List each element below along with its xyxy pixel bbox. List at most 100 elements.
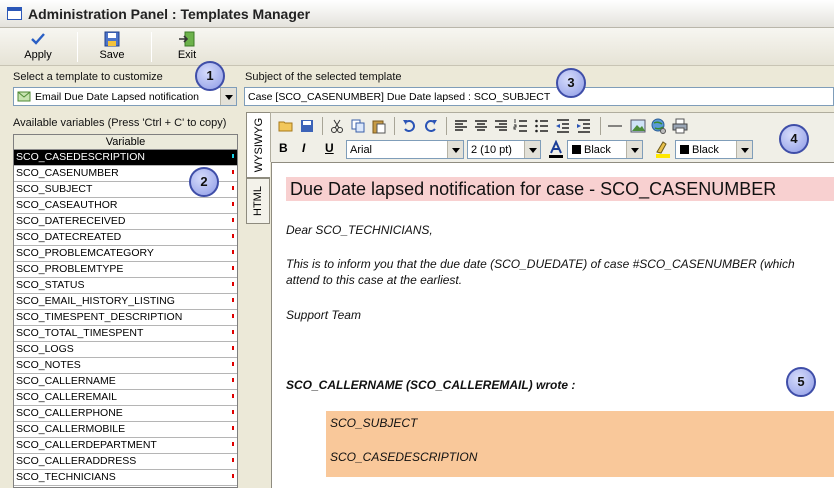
- outdent-button[interactable]: [554, 117, 572, 135]
- variable-row[interactable]: SCO_CALLEREMAIL: [14, 390, 237, 406]
- indent-icon: [577, 119, 590, 133]
- exit-button[interactable]: Exit: [170, 30, 204, 64]
- cut-button[interactable]: [328, 117, 346, 135]
- apply-button[interactable]: Apply: [18, 30, 58, 64]
- subject-value: Case [SCO_CASENUMBER] Due Date lapsed : …: [248, 91, 551, 103]
- variables-list: SCO_CASEDESCRIPTION SCO_CASENUMBER SCO_SUB…: [14, 150, 237, 486]
- variable-row[interactable]: SCO_STATUS: [14, 278, 237, 294]
- highlight-color-value: Black: [678, 144, 719, 156]
- subject-label: Subject of the selected template: [245, 71, 402, 83]
- variable-row[interactable]: SCO_DATECREATED: [14, 230, 237, 246]
- email-signature: Support Team: [286, 308, 361, 322]
- callout-badge-2: 2: [189, 167, 219, 197]
- variable-row[interactable]: SCO_PROBLEMCATEGORY: [14, 246, 237, 262]
- tab-wysiwyg[interactable]: WYSIWYG: [246, 112, 270, 178]
- variable-row[interactable]: SCO_CALLERDEPARTMENT: [14, 438, 237, 454]
- highlight-color-select[interactable]: Black: [675, 140, 753, 159]
- toolbar-separator: [77, 32, 78, 62]
- copy-button[interactable]: [349, 117, 367, 135]
- variable-row[interactable]: SCO_NOTES: [14, 358, 237, 374]
- printer-icon: [672, 118, 688, 134]
- tab-html[interactable]: HTML: [246, 178, 270, 224]
- wysiwyg-editor[interactable]: Due Date lapsed notification for case - …: [271, 162, 834, 488]
- main-toolbar: Apply Save Exit: [0, 28, 834, 66]
- variable-row[interactable]: SCO_PROBLEMTYPE: [14, 262, 237, 278]
- indent-button[interactable]: [575, 117, 593, 135]
- variable-row[interactable]: SCO_CALLERPHONE: [14, 406, 237, 422]
- numbered-list-button[interactable]: [512, 117, 530, 135]
- font-size-arrow[interactable]: [524, 141, 540, 158]
- email-template-icon: [17, 91, 31, 102]
- save-button[interactable]: Save: [94, 30, 130, 64]
- numbered-list-icon: [513, 119, 527, 132]
- align-left-button[interactable]: [452, 117, 470, 135]
- toolbar-separator: [394, 117, 395, 135]
- variable-row[interactable]: SCO_CALLERNAME: [14, 374, 237, 390]
- exit-door-icon: [179, 31, 195, 47]
- variable-row[interactable]: SCO_CASEAUTHOR: [14, 198, 237, 214]
- align-center-button[interactable]: [472, 117, 490, 135]
- font-color-arrow[interactable]: [626, 141, 642, 158]
- print-button[interactable]: [671, 117, 689, 135]
- editor-save-button[interactable]: [298, 117, 316, 135]
- highlighter-icon: [656, 141, 670, 158]
- variable-row[interactable]: SCO_CASEDESCRIPTION: [14, 150, 237, 166]
- template-select-value: Email Due Date Lapsed notification: [35, 91, 200, 103]
- subject-input[interactable]: Case [SCO_CASENUMBER] Due Date lapsed : …: [244, 87, 834, 106]
- save-icon: [104, 31, 120, 47]
- underline-button[interactable]: U: [325, 141, 334, 155]
- font-family-select[interactable]: Arial: [346, 140, 464, 159]
- variable-row[interactable]: SCO_DATERECEIVED: [14, 214, 237, 230]
- variable-row[interactable]: SCO_TIMESPENT_DESCRIPTION: [14, 310, 237, 326]
- folder-open-icon: [278, 121, 293, 132]
- callout-badge-4: 4: [779, 124, 809, 154]
- font-color-select[interactable]: Black: [567, 140, 643, 159]
- floppy-icon: [301, 120, 313, 132]
- tab-wysiwyg-label: WYSIWYG: [252, 117, 265, 173]
- variable-column-header: Variable: [14, 135, 237, 150]
- undo-icon: [403, 120, 415, 132]
- globe-link-icon: [651, 118, 666, 134]
- font-size-select[interactable]: 2 (10 pt): [467, 140, 541, 159]
- tab-html-label: HTML: [252, 186, 264, 216]
- redo-button[interactable]: [422, 117, 440, 135]
- highlight-color-text: Black: [692, 144, 719, 156]
- bullet-list-button[interactable]: [533, 117, 551, 135]
- align-center-icon: [475, 120, 487, 131]
- email-wrote-line: SCO_CALLERNAME (SCO_CALLEREMAIL) wrote :: [286, 378, 576, 392]
- toolbar-separator: [322, 117, 323, 135]
- window-title: Administration Panel : Templates Manager: [28, 6, 311, 22]
- undo-button[interactable]: [400, 117, 418, 135]
- email-greeting: Dear SCO_TECHNICIANS,: [286, 223, 433, 237]
- align-right-button[interactable]: [492, 117, 510, 135]
- italic-button[interactable]: I: [302, 141, 305, 155]
- variable-row[interactable]: SCO_EMAIL_HISTORY_LISTING: [14, 294, 237, 310]
- highlight-color-arrow[interactable]: [736, 141, 752, 158]
- email-body-line-2: attend to this case at the earliest.: [286, 273, 463, 287]
- bold-button[interactable]: B: [279, 141, 288, 155]
- font-color-button[interactable]: [547, 139, 565, 159]
- variable-row[interactable]: SCO_LOGS: [14, 342, 237, 358]
- open-folder-button[interactable]: [277, 117, 295, 135]
- highlight-color-button[interactable]: [654, 140, 672, 159]
- font-color-text: Black: [584, 144, 611, 156]
- color-swatch: [680, 145, 689, 154]
- font-family-arrow[interactable]: [447, 141, 463, 158]
- toolbar-separator: [446, 117, 447, 135]
- font-color-icon: [549, 139, 563, 158]
- align-right-icon: [495, 120, 507, 131]
- template-dropdown-arrow[interactable]: [220, 88, 236, 105]
- horizontal-rule-button[interactable]: [606, 117, 624, 135]
- variable-row[interactable]: SCO_CALLERMOBILE: [14, 422, 237, 438]
- paste-button[interactable]: [370, 117, 388, 135]
- insert-link-button[interactable]: [650, 117, 668, 135]
- quoted-subject: SCO_SUBJECT: [330, 416, 418, 430]
- horizontal-rule-icon: [608, 125, 622, 127]
- insert-image-button[interactable]: [629, 117, 647, 135]
- variable-row[interactable]: SCO_CALLERADDRESS: [14, 454, 237, 470]
- variable-row[interactable]: SCO_TOTAL_TIMESPENT: [14, 326, 237, 342]
- scissors-icon: [331, 119, 343, 133]
- variable-row[interactable]: SCO_TECHNICIANS: [14, 470, 237, 486]
- bullet-list-icon: [535, 119, 548, 133]
- apply-label: Apply: [24, 49, 52, 61]
